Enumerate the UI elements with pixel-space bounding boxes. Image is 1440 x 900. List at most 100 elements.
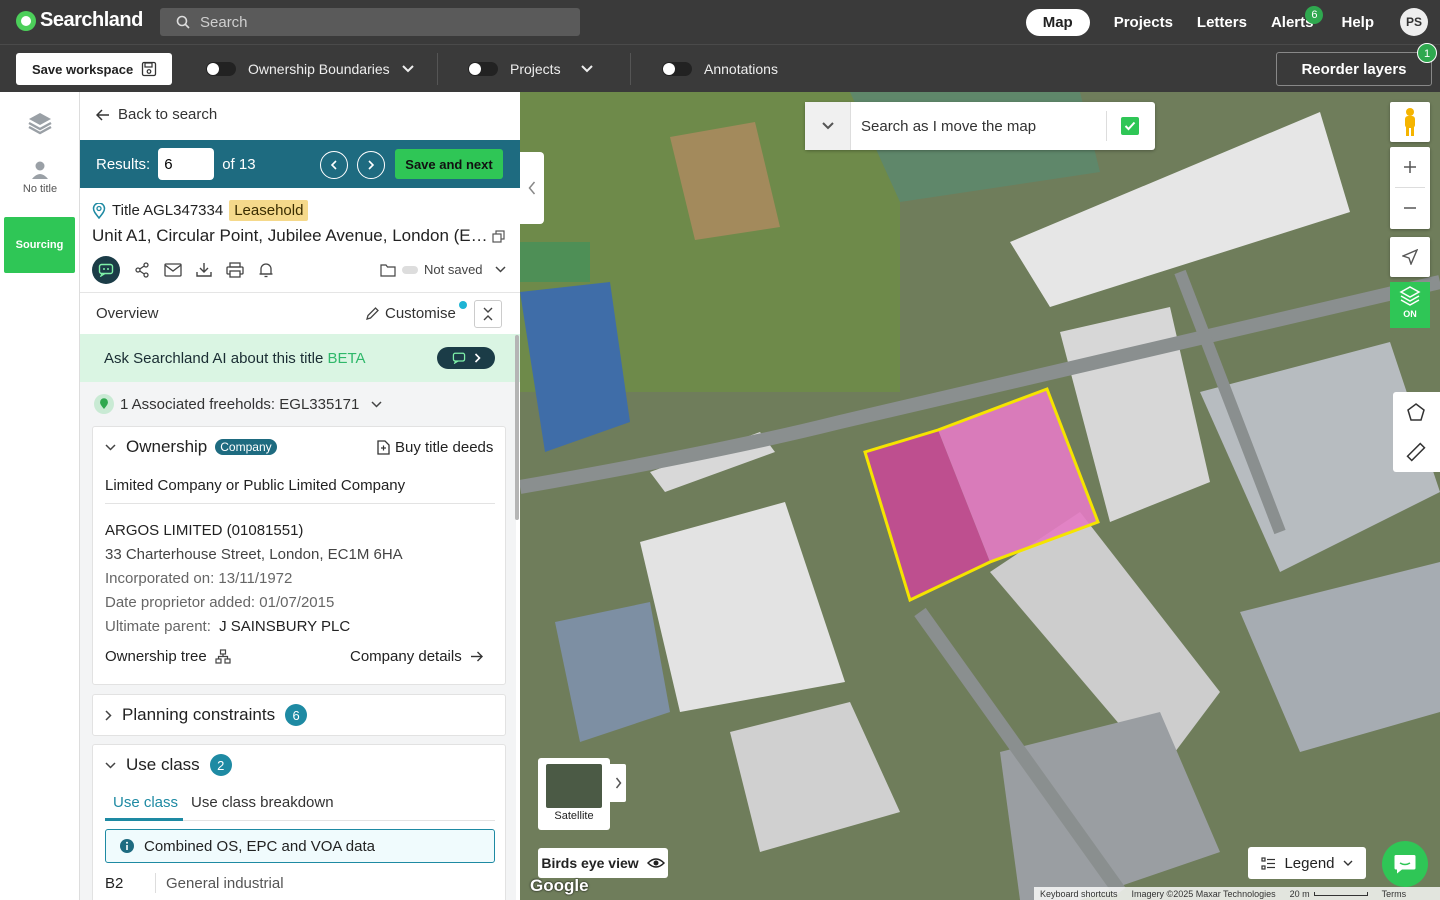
results-index-input[interactable] (158, 148, 215, 180)
bell-icon[interactable] (258, 262, 274, 278)
projects-toggle[interactable] (468, 62, 498, 76)
save-status-dropdown[interactable]: Not saved (380, 262, 506, 277)
street-view-control[interactable] (1390, 102, 1430, 142)
ownership-header[interactable]: Ownership Company (105, 437, 277, 457)
next-result-button[interactable] (357, 151, 385, 179)
annotations-toggle[interactable] (662, 62, 692, 76)
ai-chat-icon (452, 352, 465, 364)
measure-button[interactable] (1393, 432, 1439, 472)
imagery-credit: Imagery ©2025 Maxar Technologies (1131, 888, 1276, 899)
support-chat-button[interactable] (1382, 841, 1428, 887)
chevron-down-icon (371, 400, 382, 408)
print-icon[interactable] (226, 262, 244, 278)
drawing-tools (1393, 392, 1440, 472)
company-details-link[interactable]: Company details (350, 648, 483, 665)
map-view[interactable]: Search as I move the map ON Satellite Bi… (520, 92, 1440, 900)
search-as-move-expand[interactable] (805, 102, 851, 150)
top-navbar: Searchland Map Projects Letters Alerts 6… (0, 0, 1440, 44)
legend-button[interactable]: Legend (1248, 847, 1366, 879)
search-as-move-control: Search as I move the map (805, 102, 1155, 150)
left-rail: No title Sourcing (0, 92, 80, 900)
use-class-count: 2 (209, 754, 232, 776)
ask-ai-banner[interactable]: Ask Searchland AI about this title BETA (80, 334, 520, 382)
collapse-icon (483, 307, 493, 321)
download-icon[interactable] (196, 262, 212, 278)
check-icon (1124, 121, 1136, 131)
tab-use-class[interactable]: Use class (113, 794, 178, 811)
rail-no-title[interactable]: No title (0, 160, 80, 195)
search-icon (176, 15, 190, 29)
previous-result-button[interactable] (320, 151, 348, 179)
user-avatar[interactable]: PS (1400, 8, 1428, 36)
terms-link[interactable]: Terms (1382, 889, 1407, 899)
rail-layers[interactable] (0, 110, 80, 139)
zoom-out-button[interactable] (1390, 188, 1430, 228)
buy-title-deeds-label: Buy title deeds (395, 439, 494, 456)
keyboard-shortcuts-link[interactable]: Keyboard shortcuts (1040, 889, 1118, 899)
basemap-expand-button[interactable] (610, 764, 626, 802)
searchland-logo[interactable]: Searchland (16, 9, 143, 32)
search-as-move-checkbox[interactable] (1121, 117, 1139, 135)
birds-eye-view-button[interactable]: Birds eye view (538, 848, 668, 878)
planning-constraints-card[interactable]: Planning constraints 6 (92, 694, 506, 736)
ask-ai-button[interactable] (437, 347, 495, 369)
chevron-right-icon (615, 777, 621, 789)
share-icon[interactable] (134, 262, 150, 278)
reorder-layers-button[interactable]: Reorder layers 1 (1276, 43, 1437, 86)
save-workspace-button[interactable]: Save workspace (16, 53, 172, 85)
use-class-code: B2 (105, 875, 124, 892)
layer-toolbar: Save workspace Ownership Boundaries Proj… (0, 43, 1440, 92)
chevron-down-icon (105, 761, 116, 769)
results-bar: Results: of 13 Save and next (80, 140, 520, 188)
panel-scrollbar[interactable] (515, 335, 519, 520)
user-icon (32, 161, 48, 179)
nav-letters[interactable]: Letters (1197, 14, 1247, 31)
nav-alerts[interactable]: Alerts 6 (1271, 5, 1324, 31)
projects-layer-label: Projects (510, 61, 561, 77)
my-location-button[interactable] (1390, 237, 1430, 277)
copy-icon[interactable] (492, 230, 505, 243)
use-class-tabs: Use class Use class breakdown (105, 793, 495, 821)
pegman-icon (1390, 102, 1430, 142)
buy-title-deeds-link[interactable]: Buy title deeds (377, 439, 493, 456)
customise-label: Customise (385, 305, 456, 322)
chevron-left-icon (528, 181, 536, 195)
legend-list-icon (1261, 856, 1276, 870)
collapse-all-button[interactable] (474, 300, 502, 328)
search-input[interactable] (200, 13, 560, 31)
owner-type: Limited Company or Public Limited Compan… (105, 477, 406, 494)
collapse-panel-toggle[interactable] (520, 152, 544, 224)
global-search[interactable] (160, 8, 580, 36)
results-label: Results: (96, 155, 151, 173)
nav-help[interactable]: Help (1341, 14, 1374, 31)
satellite-basemap-toggle[interactable]: Satellite (538, 758, 610, 830)
nav-projects[interactable]: Projects (1114, 14, 1173, 31)
minus-icon (1404, 207, 1416, 209)
map-layers-toggle[interactable]: ON (1390, 282, 1430, 328)
rail-sourcing[interactable]: Sourcing (4, 217, 75, 273)
title-address: Unit A1, Circular Point, Jubilee Avenue,… (92, 226, 492, 245)
associated-freeholds-label: 1 Associated freeholds: EGL335171 (120, 395, 360, 413)
customise-button[interactable]: Customise (365, 305, 456, 322)
zoom-in-button[interactable] (1390, 147, 1430, 187)
nav-map[interactable]: Map (1025, 8, 1090, 36)
overview-tab[interactable]: Overview (96, 305, 159, 322)
use-class-header[interactable]: Use class 2 (105, 754, 232, 776)
location-pin-icon (92, 202, 106, 219)
ai-chat-action[interactable] (92, 256, 120, 284)
satellite-imagery (520, 92, 1440, 900)
back-to-search-link[interactable]: Back to search (96, 106, 217, 123)
save-and-next-button[interactable]: Save and next (395, 149, 503, 179)
location-pin-icon (94, 394, 114, 414)
email-icon[interactable] (164, 263, 182, 277)
associated-freeholds[interactable]: 1 Associated freeholds: EGL335171 (94, 394, 382, 414)
draw-polygon-button[interactable] (1393, 392, 1439, 432)
tenure-badge: Leasehold (229, 200, 309, 221)
chevron-down-icon[interactable] (580, 65, 593, 73)
ownership-boundaries-toggle[interactable] (206, 62, 236, 76)
chevron-down-icon[interactable] (401, 65, 414, 73)
tab-use-class-breakdown[interactable]: Use class breakdown (191, 794, 334, 811)
search-as-move-label: Search as I move the map (861, 117, 1037, 135)
chevron-right-icon (105, 709, 112, 721)
ownership-tree-link[interactable]: Ownership tree (105, 648, 231, 665)
